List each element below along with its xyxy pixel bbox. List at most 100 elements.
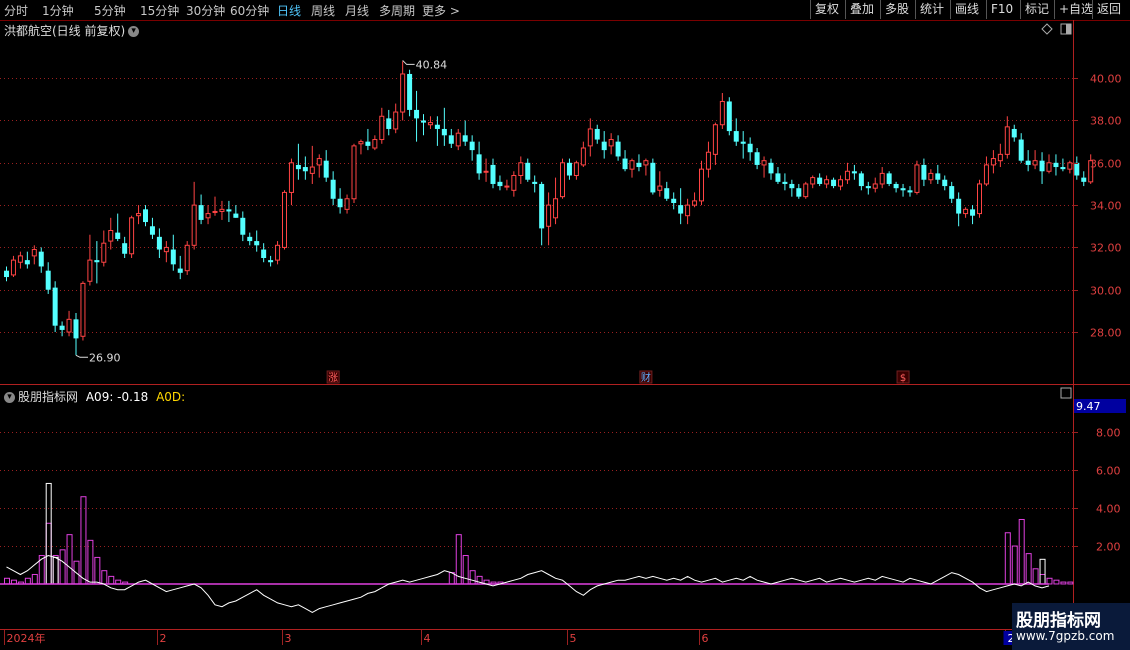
candle-body — [712, 124, 718, 155]
indicator-magenta-bar — [101, 570, 108, 585]
candle-body — [997, 153, 1003, 162]
candle-body — [858, 173, 864, 187]
indicator-magenta-bar — [1053, 579, 1060, 585]
candle-body — [323, 160, 329, 178]
multi-stock-button[interactable]: 多股 — [880, 0, 915, 19]
indicator-name[interactable]: 股朋指标网 — [18, 390, 78, 404]
more-label: 更多 — [422, 4, 447, 18]
period-tab-fenshi[interactable]: 分时 — [4, 2, 28, 19]
indicator-magenta-bar — [115, 579, 122, 585]
candle-body — [608, 139, 614, 147]
overlay-button[interactable]: 叠加 — [845, 0, 880, 19]
candle-body — [546, 204, 552, 227]
candle-body — [1067, 162, 1073, 170]
period-tab-5min[interactable]: 5分钟 — [94, 2, 126, 19]
candle-body — [518, 162, 524, 177]
period-tab-60min[interactable]: 60分钟 — [230, 2, 269, 19]
candle-body — [156, 236, 162, 250]
candle-body — [921, 164, 927, 180]
indicator-tick-label: 4.00 — [1096, 503, 1121, 516]
watermark-title: 股朋指标网 — [1016, 611, 1101, 631]
event-marker-box — [896, 370, 910, 384]
candle-body — [288, 162, 294, 193]
price-tick-label: 40.00 — [1090, 73, 1122, 86]
candle-body — [775, 173, 781, 182]
add-watchlist-button[interactable]: +自选 — [1054, 0, 1093, 19]
candle-body — [66, 318, 72, 333]
candle-body — [636, 162, 642, 168]
indicator-scroll-icon[interactable] — [1060, 387, 1072, 399]
candle-body — [295, 164, 301, 170]
candle-body — [900, 188, 906, 191]
candle-body — [455, 132, 461, 147]
event-marker-label: 涨 — [328, 372, 338, 384]
period-tab-monthly[interactable]: 月线 — [345, 2, 369, 19]
price-tick-label: 36.00 — [1090, 158, 1122, 171]
candle-body — [615, 141, 621, 157]
indicator-magenta-bar — [122, 581, 129, 585]
period-tab-1min[interactable]: 1分钟 — [42, 2, 74, 19]
candle-body — [462, 135, 468, 142]
indicator-magenta-bar — [476, 575, 483, 585]
candle-body — [386, 118, 392, 129]
candle-body — [421, 120, 426, 123]
candle-body — [351, 145, 357, 200]
candle-body — [198, 205, 204, 220]
candle-body — [705, 151, 711, 170]
indicator-dropdown-icon[interactable]: ▾ — [4, 392, 15, 403]
candle-body — [747, 143, 753, 153]
candle-body — [226, 209, 232, 212]
candle-body — [824, 179, 830, 185]
mark-button[interactable]: 标记 — [1020, 0, 1054, 19]
candle-body — [59, 325, 65, 330]
indicator-magenta-bar — [462, 555, 469, 585]
candle-body — [448, 135, 454, 144]
candle-body — [511, 175, 517, 191]
period-tab-multi[interactable]: 多周期 — [379, 2, 415, 19]
time-tick-label: 2 — [160, 632, 167, 645]
event-marker-box — [326, 370, 340, 384]
candle-body — [282, 191, 287, 248]
candle-body — [643, 160, 649, 166]
candle-body — [414, 109, 420, 119]
indicator-magenta-bar — [45, 522, 52, 585]
candle-body — [476, 154, 482, 174]
candle-body — [219, 208, 225, 212]
indicator-magenta-bar — [87, 539, 94, 585]
candle-body — [24, 260, 30, 265]
candle-body — [427, 122, 433, 126]
draw-line-button[interactable]: 画线 — [950, 0, 986, 19]
panel-toggle-icon[interactable] — [1060, 23, 1072, 35]
indicator-magenta-bar — [1011, 545, 1018, 585]
candle-body — [490, 164, 496, 184]
high-marker-line — [402, 60, 415, 65]
indicator-pane — [0, 432, 1074, 613]
candle-body — [1060, 167, 1066, 170]
candle-body — [80, 282, 86, 337]
time-tick-label: 5 — [570, 632, 577, 645]
f10-button[interactable]: F10 — [986, 0, 1020, 19]
indicator-magenta-bar — [490, 581, 497, 585]
candle-body — [532, 181, 538, 184]
period-tab-30min[interactable]: 30分钟 — [186, 2, 225, 19]
statistics-button[interactable]: 统计 — [915, 0, 950, 19]
candle-body — [73, 319, 79, 339]
period-tab-weekly[interactable]: 周线 — [311, 2, 335, 19]
candle-body — [580, 147, 586, 166]
candle-body — [247, 236, 253, 242]
candle-body — [379, 115, 385, 141]
indicator-magenta-bar — [469, 570, 476, 585]
period-tab-15min[interactable]: 15分钟 — [140, 2, 179, 19]
candle-body — [782, 181, 788, 184]
period-tab-more[interactable]: 更多 > — [422, 2, 460, 19]
watermark-url: www.7gpzb.com — [1016, 629, 1115, 643]
diamond-icon[interactable] — [1041, 23, 1053, 35]
period-tab-daily[interactable]: 日线 — [277, 2, 301, 19]
candle-body — [309, 166, 315, 174]
dropdown-circle-icon[interactable]: ▾ — [128, 26, 140, 37]
candle-body — [344, 198, 350, 210]
current-value-label: 9.47 — [1076, 400, 1101, 413]
chart-canvas[interactable]: 40.8426.90涨财 $ 28.0030.0032.0034.0036.003… — [0, 0, 1130, 650]
fuquan-button[interactable]: 复权 — [810, 0, 845, 19]
back-button[interactable]: 返回 — [1092, 0, 1130, 19]
